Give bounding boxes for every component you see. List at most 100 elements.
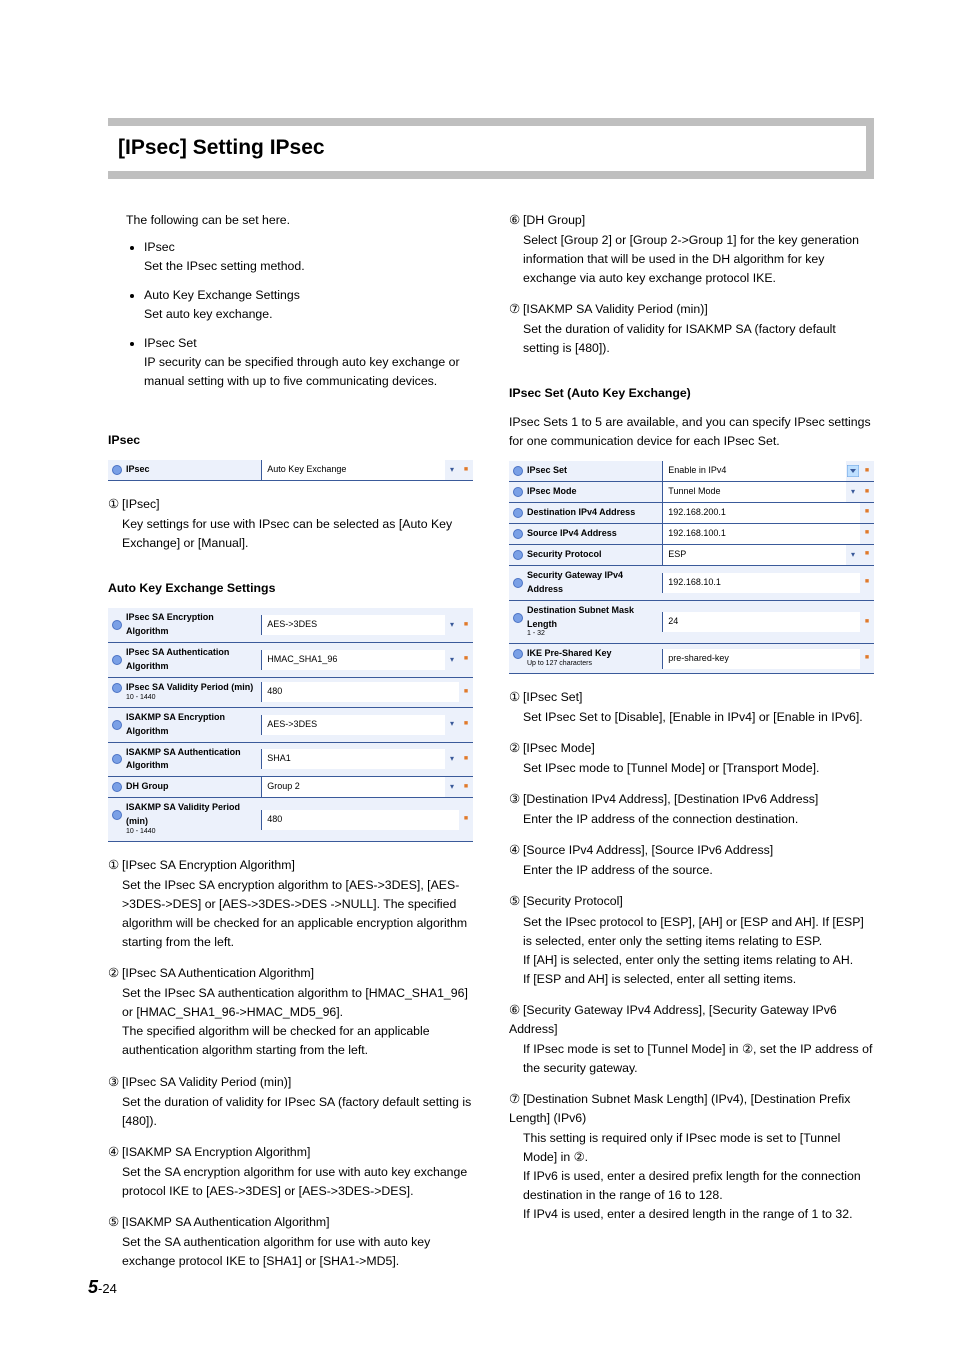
reset-icon[interactable] [860,528,874,539]
reset-icon[interactable] [860,577,874,588]
setting-value-input[interactable]: Group 2 [261,777,445,797]
item-number: ③ [108,1073,122,1092]
setting-label: Destination Subnet Mask Length [527,604,658,632]
setting-label: IPsec SA Authentication Algorithm [126,646,257,674]
chevron-down-icon[interactable] [445,753,459,765]
intro-lead: The following can be set here. [126,211,467,230]
reset-icon[interactable] [860,507,874,518]
reset-icon[interactable] [860,653,874,664]
chevron-down-icon[interactable] [445,619,459,631]
setting-value-input[interactable]: HMAC_SHA1_96 [261,650,445,670]
item-description: Select [Group 2] or [Group 2->Group 1] f… [523,231,874,288]
item-number: ② [108,964,122,983]
reset-icon[interactable] [459,654,473,665]
setting-label: DH Group [126,780,169,794]
setting-value-input[interactable]: Auto Key Exchange [261,460,445,480]
reset-icon[interactable] [459,814,473,825]
table-row: Source IPv4 Address 192.168.100.1 [509,523,874,544]
item-number: ⑤ [509,892,523,911]
section-head-ipsec-set: IPsec Set (Auto Key Exchange) [509,384,874,403]
setting-value-input[interactable]: 192.168.100.1 [662,524,860,544]
bullet-icon [112,810,122,820]
dropdown-icon[interactable] [846,465,860,477]
chevron-down-icon[interactable] [846,486,860,498]
setting-value-input[interactable]: Enable in IPv4 [662,461,846,481]
reset-icon[interactable] [860,487,874,498]
item-description: If IPsec mode is set to [Tunnel Mode] in… [523,1040,874,1078]
item-label: [Destination IPv4 Address], [Destination… [523,792,818,806]
item-label: [IPsec Mode] [523,741,595,755]
item-label: [ISAKMP SA Authentication Algorithm] [122,1215,330,1229]
list-item: ④[Source IPv4 Address], [Source IPv6 Add… [509,841,874,880]
item-description: Set the IPsec SA authentication algorith… [122,984,473,1060]
table-row: Destination Subnet Mask Length1 - 3224 [509,600,874,644]
chevron-down-icon[interactable] [445,464,459,476]
list-item: ⑥[Security Gateway IPv4 Address], [Secur… [509,1001,874,1078]
bullet-icon [513,578,523,588]
item-description: Set IPsec mode to [Tunnel Mode] or [Tran… [523,759,874,778]
reset-icon[interactable] [459,687,473,698]
setting-value-input[interactable]: SHA1 [261,749,445,769]
chevron-down-icon[interactable] [445,718,459,730]
reset-icon[interactable] [459,782,473,793]
item-description: Set the IPsec protocol to [ESP], [AH] or… [523,913,874,989]
list-item: ③[IPsec SA Validity Period (min)]Set the… [108,1073,473,1131]
page-number: -24 [98,1281,117,1296]
bullet-icon [513,508,523,518]
list-item: ⑦[Destination Subnet Mask Length] (IPv4)… [509,1090,874,1224]
reset-icon[interactable] [459,465,473,476]
reset-icon[interactable] [459,754,473,765]
item-label: [ISAKMP SA Encryption Algorithm] [122,1145,310,1159]
setting-value-input[interactable]: pre-shared-key [662,649,860,669]
setting-label: Source IPv4 Address [527,527,617,541]
item-description: Set the IPsec SA encryption algorithm to… [122,876,473,952]
item-description: Set IPsec Set to [Disable], [Enable in I… [523,708,874,727]
setting-value-input[interactable]: 192.168.10.1 [662,573,860,593]
bullet-icon [513,550,523,560]
item-number: ① [108,856,122,875]
setting-value-input[interactable]: 192.168.200.1 [662,503,860,523]
setting-label: Destination IPv4 Address [527,506,635,520]
item-number: ④ [108,1143,122,1162]
reset-icon[interactable] [459,719,473,730]
setting-value-input[interactable]: 480 [261,682,459,702]
bullet-icon [112,683,122,693]
reset-icon[interactable] [860,617,874,628]
item-label: [IPsec SA Validity Period (min)] [122,1075,291,1089]
chevron-down-icon[interactable] [445,654,459,666]
reset-icon[interactable] [459,620,473,631]
settings-table-autokey: IPsec SA Encryption AlgorithmAES->3DES IP… [108,608,473,842]
list-item: ④[ISAKMP SA Encryption Algorithm]Set the… [108,1143,473,1201]
table-row: ISAKMP SA Authentication AlgorithmSHA1 [108,742,473,777]
item-description: This setting is required only if IPsec m… [523,1129,874,1224]
setting-value-input[interactable]: ESP [662,545,846,565]
item-number: ④ [509,841,523,860]
table-row: IPsec Set Enable in IPv4 [509,461,874,481]
setting-value-input[interactable]: 480 [261,810,459,830]
setting-value-input[interactable]: AES->3DES [261,615,445,635]
chevron-down-icon[interactable] [846,549,860,561]
bullet-icon [513,529,523,539]
bullet-icon [112,720,122,730]
item-number: ① [509,688,523,707]
setting-value-input[interactable]: 24 [662,612,860,632]
table-row: IPsec SA Encryption AlgorithmAES->3DES [108,608,473,642]
reset-icon[interactable] [860,549,874,560]
page-footer: 5-24 [88,1274,117,1302]
chevron-down-icon[interactable] [445,781,459,793]
reset-icon[interactable] [860,466,874,477]
numbered-list: ①[IPsec SA Encryption Algorithm]Set the … [108,856,473,1271]
setting-label: ISAKMP SA Authentication Algorithm [126,746,257,774]
table-row: ISAKMP SA Encryption AlgorithmAES->3DES [108,707,473,742]
item-description: Key settings for use with IPsec can be s… [122,515,473,553]
setting-value-input[interactable]: Tunnel Mode [662,482,846,502]
setting-label: IPsec Set [527,464,567,478]
bullet-icon [112,782,122,792]
table-row: ISAKMP SA Validity Period (min)10 - 1440… [108,798,473,842]
item-number: ⑥ [509,1001,523,1020]
table-row: Security Gateway IPv4 Address192.168.10.… [509,565,874,600]
setting-value-input[interactable]: AES->3DES [261,715,445,735]
list-item: ⑥[DH Group]Select [Group 2] or [Group 2-… [509,211,874,288]
list-item: IPsec Set the IPsec setting method. [144,238,467,276]
table-row: Security ProtocolESP [509,544,874,565]
